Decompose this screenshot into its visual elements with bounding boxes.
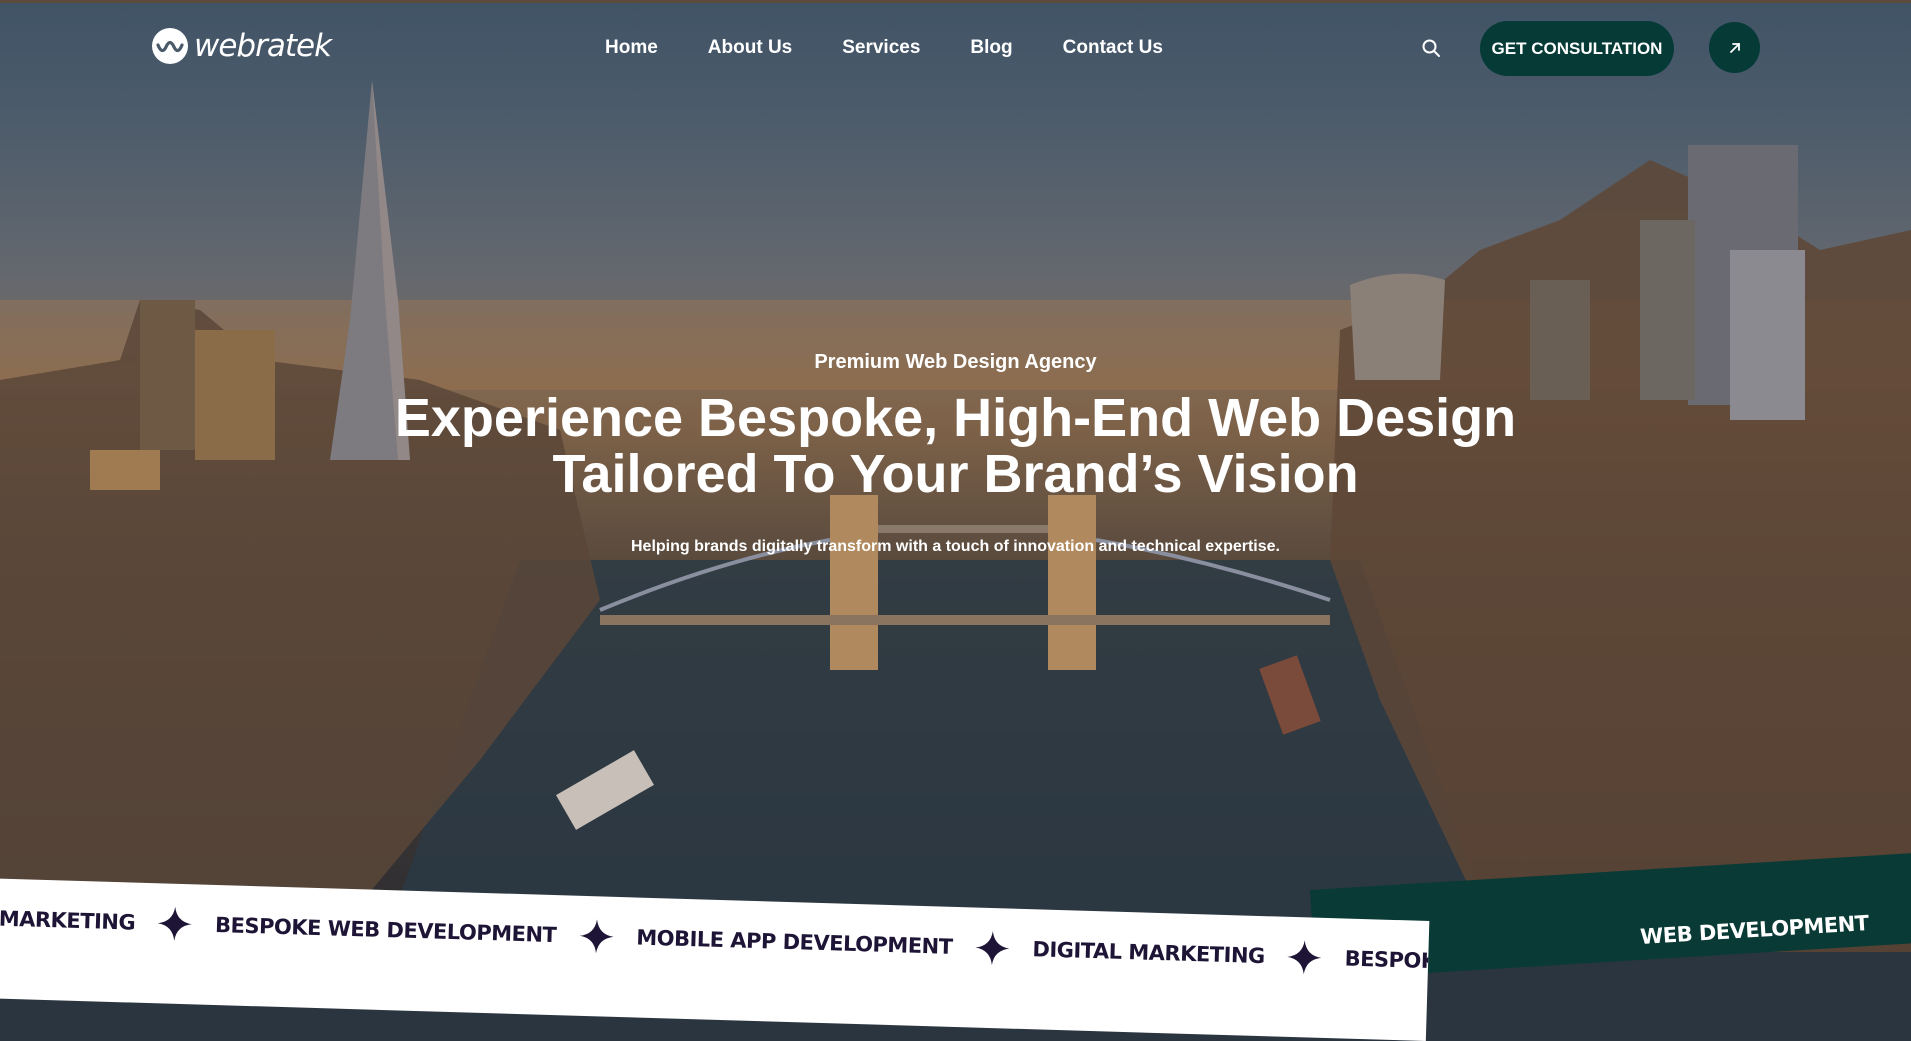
- star-icon: [975, 931, 1010, 966]
- star-icon: [158, 906, 193, 941]
- ticker-item: BESPOKE WEB: [1344, 946, 1430, 976]
- nav-item-about-us[interactable]: About Us: [708, 37, 792, 59]
- brand-name: webratek: [194, 28, 332, 64]
- get-consultation-button[interactable]: GET CONSULTATION: [1480, 21, 1674, 76]
- ticker-item: BESPOKE WEB DEVELOPMENT: [214, 913, 557, 948]
- search-icon[interactable]: [1420, 37, 1442, 59]
- ticker-item: MOBILE APP DEVELOPMENT: [635, 925, 953, 959]
- ticker-item: MARKETING: [0, 906, 136, 935]
- nav-item-contact-us[interactable]: Contact Us: [1063, 37, 1163, 59]
- hero-headline-line-1: Experience Bespoke, High-End Web Design: [394, 388, 1517, 448]
- hero-subtitle: Helping brands digitally transform with …: [631, 538, 1280, 555]
- main-nav: Home About Us Services Blog Contact Us: [605, 37, 1213, 59]
- hero-headline: Experience Bespoke, High-End Web Design …: [0, 390, 1911, 502]
- logo-wave-icon: [152, 28, 188, 64]
- ticker-item: DIGITAL MARKETING: [1032, 937, 1266, 969]
- cta-arrow-button[interactable]: [1709, 22, 1760, 73]
- star-icon: [1287, 940, 1322, 975]
- star-icon: [579, 919, 614, 954]
- nav-item-blog[interactable]: Blog: [970, 37, 1012, 59]
- hero-headline-line-2: Tailored To Your Brand’s Vision: [552, 444, 1359, 504]
- brand-logo[interactable]: webratek: [152, 28, 332, 64]
- hero-eyebrow: Premium Web Design Agency: [814, 351, 1097, 373]
- arrow-up-right-icon: [1729, 42, 1740, 53]
- nav-item-services[interactable]: Services: [842, 37, 920, 59]
- nav-item-home[interactable]: Home: [605, 37, 658, 59]
